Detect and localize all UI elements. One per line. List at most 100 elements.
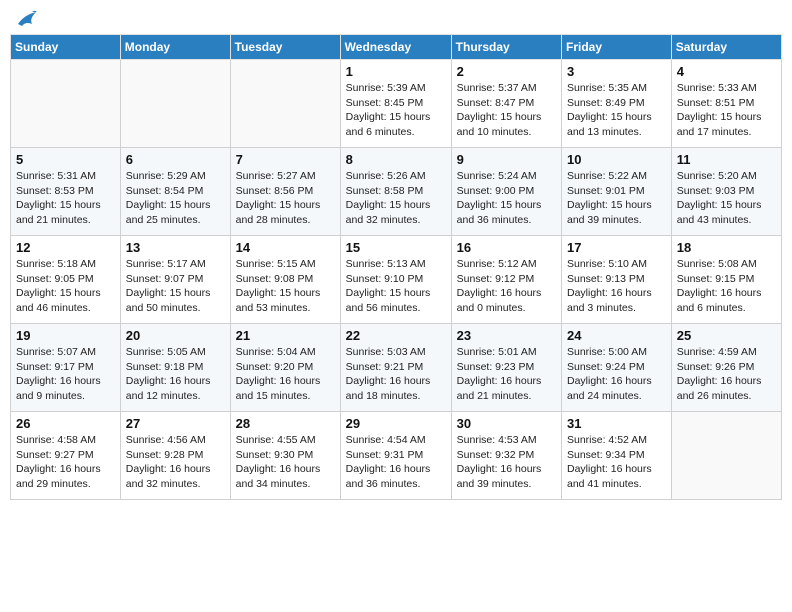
calendar-cell: 6 Sunrise: 5:29 AM Sunset: 8:54 PM Daylig…	[120, 148, 230, 236]
day-number: 12	[16, 240, 115, 255]
day-info: Sunrise: 5:35 AM Sunset: 8:49 PM Dayligh…	[567, 81, 666, 140]
day-number: 4	[677, 64, 776, 79]
day-info: Sunrise: 5:04 AM Sunset: 9:20 PM Dayligh…	[236, 345, 335, 404]
day-info: Sunrise: 5:00 AM Sunset: 9:24 PM Dayligh…	[567, 345, 666, 404]
calendar-cell: 24Sunrise: 5:00 AM Sunset: 9:24 PM Dayli…	[562, 324, 672, 412]
day-number: 27	[126, 416, 225, 431]
day-info: Sunrise: 5:37 AM Sunset: 8:47 PM Dayligh…	[457, 81, 556, 140]
day-header-saturday: Saturday	[671, 35, 781, 60]
calendar-cell: 13 Sunrise: 5:17 AM Sunset: 9:07 PM Dayli…	[120, 236, 230, 324]
day-number: 28	[236, 416, 335, 431]
day-info: Sunrise: 5:05 AM Sunset: 9:18 PM Dayligh…	[126, 345, 225, 404]
day-header-thursday: Thursday	[451, 35, 561, 60]
calendar-cell: 26Sunrise: 4:58 AM Sunset: 9:27 PM Dayli…	[11, 412, 121, 500]
day-number: 8	[346, 152, 446, 167]
day-number: 5	[16, 152, 115, 167]
calendar-cell: 1 Sunrise: 5:39 AM Sunset: 8:45 PM Daylig…	[340, 60, 451, 148]
day-info: Sunrise: 5:03 AM Sunset: 9:21 PM Dayligh…	[346, 345, 446, 404]
calendar-cell: 14 Sunrise: 5:15 AM Sunset: 9:08 PM Dayli…	[230, 236, 340, 324]
day-info: Sunrise: 4:53 AM Sunset: 9:32 PM Dayligh…	[457, 433, 556, 492]
calendar-week-row: 12 Sunrise: 5:18 AM Sunset: 9:05 PM Dayli…	[11, 236, 782, 324]
day-number: 3	[567, 64, 666, 79]
day-info: Sunrise: 5:33 AM Sunset: 8:51 PM Dayligh…	[677, 81, 776, 140]
calendar-cell: 10 Sunrise: 5:22 AM Sunset: 9:01 PM Dayli…	[562, 148, 672, 236]
calendar-cell: 22 Sunrise: 5:03 AM Sunset: 9:21 PM Dayli…	[340, 324, 451, 412]
calendar-cell: 25Sunrise: 4:59 AM Sunset: 9:26 PM Dayli…	[671, 324, 781, 412]
calendar-cell	[11, 60, 121, 148]
day-number: 2	[457, 64, 556, 79]
calendar-week-row: 26Sunrise: 4:58 AM Sunset: 9:27 PM Dayli…	[11, 412, 782, 500]
day-number: 7	[236, 152, 335, 167]
day-info: Sunrise: 5:13 AM Sunset: 9:10 PM Dayligh…	[346, 257, 446, 316]
calendar-cell: 16Sunrise: 5:12 AM Sunset: 9:12 PM Dayli…	[451, 236, 561, 324]
day-header-monday: Monday	[120, 35, 230, 60]
day-number: 21	[236, 328, 335, 343]
day-info: Sunrise: 5:27 AM Sunset: 8:56 PM Dayligh…	[236, 169, 335, 228]
day-info: Sunrise: 4:52 AM Sunset: 9:34 PM Dayligh…	[567, 433, 666, 492]
day-info: Sunrise: 5:15 AM Sunset: 9:08 PM Dayligh…	[236, 257, 335, 316]
day-info: Sunrise: 5:24 AM Sunset: 9:00 PM Dayligh…	[457, 169, 556, 228]
day-number: 9	[457, 152, 556, 167]
day-header-wednesday: Wednesday	[340, 35, 451, 60]
day-info: Sunrise: 5:10 AM Sunset: 9:13 PM Dayligh…	[567, 257, 666, 316]
calendar-week-row: 1 Sunrise: 5:39 AM Sunset: 8:45 PM Daylig…	[11, 60, 782, 148]
day-header-sunday: Sunday	[11, 35, 121, 60]
day-number: 15	[346, 240, 446, 255]
day-number: 22	[346, 328, 446, 343]
day-number: 11	[677, 152, 776, 167]
calendar-cell: 29Sunrise: 4:54 AM Sunset: 9:31 PM Dayli…	[340, 412, 451, 500]
logo-bird-icon	[16, 10, 38, 28]
day-info: Sunrise: 4:56 AM Sunset: 9:28 PM Dayligh…	[126, 433, 225, 492]
calendar-cell: 7 Sunrise: 5:27 AM Sunset: 8:56 PM Daylig…	[230, 148, 340, 236]
calendar-cell: 23Sunrise: 5:01 AM Sunset: 9:23 PM Dayli…	[451, 324, 561, 412]
calendar-cell: 5 Sunrise: 5:31 AM Sunset: 8:53 PM Daylig…	[11, 148, 121, 236]
day-info: Sunrise: 5:08 AM Sunset: 9:15 PM Dayligh…	[677, 257, 776, 316]
calendar-cell: 9 Sunrise: 5:24 AM Sunset: 9:00 PM Daylig…	[451, 148, 561, 236]
calendar-cell: 20 Sunrise: 5:05 AM Sunset: 9:18 PM Dayli…	[120, 324, 230, 412]
calendar-cell	[120, 60, 230, 148]
day-number: 18	[677, 240, 776, 255]
calendar-cell: 30 Sunrise: 4:53 AM Sunset: 9:32 PM Dayli…	[451, 412, 561, 500]
day-info: Sunrise: 5:01 AM Sunset: 9:23 PM Dayligh…	[457, 345, 556, 404]
day-info: Sunrise: 5:17 AM Sunset: 9:07 PM Dayligh…	[126, 257, 225, 316]
day-number: 10	[567, 152, 666, 167]
calendar-week-row: 5 Sunrise: 5:31 AM Sunset: 8:53 PM Daylig…	[11, 148, 782, 236]
calendar-cell: 31 Sunrise: 4:52 AM Sunset: 9:34 PM Dayli…	[562, 412, 672, 500]
day-info: Sunrise: 5:31 AM Sunset: 8:53 PM Dayligh…	[16, 169, 115, 228]
day-number: 6	[126, 152, 225, 167]
calendar-cell: 18 Sunrise: 5:08 AM Sunset: 9:15 PM Dayli…	[671, 236, 781, 324]
day-info: Sunrise: 5:07 AM Sunset: 9:17 PM Dayligh…	[16, 345, 115, 404]
day-info: Sunrise: 4:54 AM Sunset: 9:31 PM Dayligh…	[346, 433, 446, 492]
day-number: 16	[457, 240, 556, 255]
day-info: Sunrise: 5:39 AM Sunset: 8:45 PM Dayligh…	[346, 81, 446, 140]
calendar-cell: 15 Sunrise: 5:13 AM Sunset: 9:10 PM Dayli…	[340, 236, 451, 324]
calendar-header-row: SundayMondayTuesdayWednesdayThursdayFrid…	[11, 35, 782, 60]
day-number: 14	[236, 240, 335, 255]
calendar-cell: 8 Sunrise: 5:26 AM Sunset: 8:58 PM Daylig…	[340, 148, 451, 236]
day-info: Sunrise: 5:22 AM Sunset: 9:01 PM Dayligh…	[567, 169, 666, 228]
day-number: 13	[126, 240, 225, 255]
day-number: 17	[567, 240, 666, 255]
day-number: 30	[457, 416, 556, 431]
page-header	[10, 10, 782, 28]
day-info: Sunrise: 4:58 AM Sunset: 9:27 PM Dayligh…	[16, 433, 115, 492]
calendar-cell: 19 Sunrise: 5:07 AM Sunset: 9:17 PM Dayli…	[11, 324, 121, 412]
day-info: Sunrise: 5:18 AM Sunset: 9:05 PM Dayligh…	[16, 257, 115, 316]
day-info: Sunrise: 5:20 AM Sunset: 9:03 PM Dayligh…	[677, 169, 776, 228]
calendar-cell: 21 Sunrise: 5:04 AM Sunset: 9:20 PM Dayli…	[230, 324, 340, 412]
calendar-cell: 27 Sunrise: 4:56 AM Sunset: 9:28 PM Dayli…	[120, 412, 230, 500]
day-header-tuesday: Tuesday	[230, 35, 340, 60]
calendar-cell: 28 Sunrise: 4:55 AM Sunset: 9:30 PM Dayli…	[230, 412, 340, 500]
calendar-cell: 17 Sunrise: 5:10 AM Sunset: 9:13 PM Dayli…	[562, 236, 672, 324]
calendar-cell: 4 Sunrise: 5:33 AM Sunset: 8:51 PM Daylig…	[671, 60, 781, 148]
day-number: 19	[16, 328, 115, 343]
calendar-week-row: 19 Sunrise: 5:07 AM Sunset: 9:17 PM Dayli…	[11, 324, 782, 412]
day-number: 25	[677, 328, 776, 343]
day-number: 20	[126, 328, 225, 343]
day-info: Sunrise: 5:29 AM Sunset: 8:54 PM Dayligh…	[126, 169, 225, 228]
day-info: Sunrise: 5:26 AM Sunset: 8:58 PM Dayligh…	[346, 169, 446, 228]
day-number: 1	[346, 64, 446, 79]
day-header-friday: Friday	[562, 35, 672, 60]
day-info: Sunrise: 4:55 AM Sunset: 9:30 PM Dayligh…	[236, 433, 335, 492]
day-number: 31	[567, 416, 666, 431]
